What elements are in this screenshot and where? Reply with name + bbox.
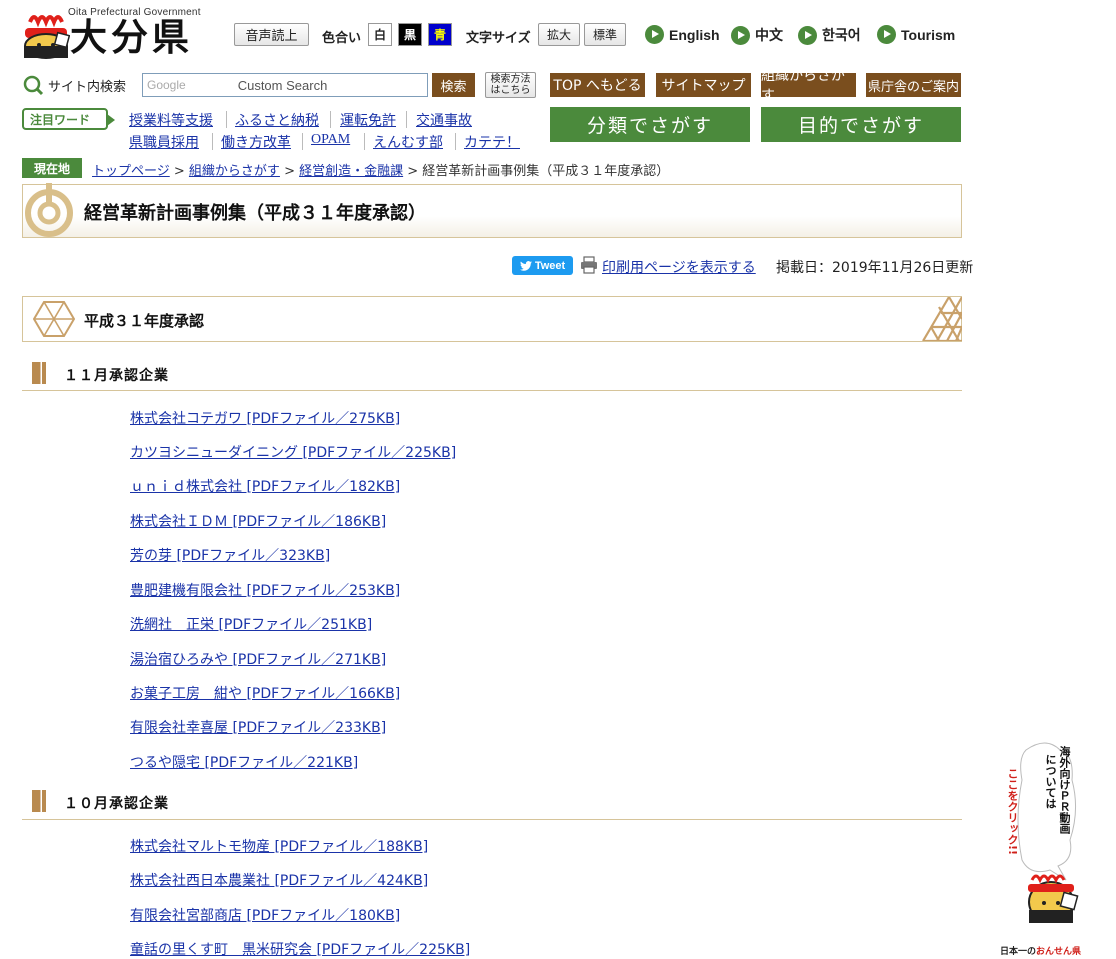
fontsize-label: 文字サイズ xyxy=(466,31,531,46)
play-arrow-icon xyxy=(798,25,817,45)
keyword-link[interactable]: 働き方改革 xyxy=(221,132,291,152)
lattice-pattern-icon xyxy=(922,297,962,341)
onsen-mascot-icon xyxy=(24,15,70,59)
current-location-label: 現在地 xyxy=(22,158,82,178)
keyword-divider xyxy=(226,111,227,128)
published-date: 掲載日：2019年11月26日更新 xyxy=(776,260,974,276)
pdf-link[interactable]: 株式会社西日本農業社 [PDFファイル／424KB] xyxy=(130,870,428,890)
subheading-october: １０月承認企業 xyxy=(64,796,169,812)
color-label: 色合い xyxy=(322,31,362,46)
site-search-label: サイト内検索 xyxy=(22,74,126,96)
nav-sitemap-button[interactable]: サイトマップ xyxy=(656,73,751,97)
subheading-marker xyxy=(32,790,46,812)
page-title: 経営革新計画事例集（平成３１年度承認） xyxy=(84,203,426,224)
pdf-link[interactable]: 有限会社宮部商店 [PDFファイル／180KB] xyxy=(130,905,400,925)
search-input[interactable]: Google Custom Search xyxy=(142,73,428,97)
lang-tourism-link[interactable]: Tourism xyxy=(877,25,955,44)
nav-office-button[interactable]: 県庁舎のご案内 xyxy=(866,73,961,97)
keyword-divider xyxy=(212,133,213,150)
search-help-button[interactable]: 検索方法 はこちら xyxy=(485,72,536,98)
pdf-link[interactable]: 株式会社ＩＤＭ [PDFファイル／186KB] xyxy=(130,511,386,531)
keyword-divider xyxy=(330,111,331,128)
pdf-link[interactable]: 株式会社マルトモ物産 [PDFファイル／188KB] xyxy=(130,836,428,856)
breadcrumb-org-link[interactable]: 組織からさがす xyxy=(189,164,280,179)
featured-words-label: 注目ワード xyxy=(22,108,115,130)
font-standard-button[interactable]: 標準 xyxy=(584,23,626,46)
subheading-divider xyxy=(22,390,962,391)
lang-english-link[interactable]: English xyxy=(645,25,720,44)
keyword-link[interactable]: カテテ！ xyxy=(464,132,520,152)
nav-org-button[interactable]: 組織からさがす xyxy=(761,68,856,104)
pdf-link[interactable]: つるや隠宅 [PDFファイル／221KB] xyxy=(130,752,358,772)
printer-icon[interactable] xyxy=(580,256,598,274)
keyword-link[interactable]: 運転免許 xyxy=(340,110,396,130)
browse-by-category-button[interactable]: 分類でさがす xyxy=(550,107,750,142)
breadcrumb: トップページ > 組織からさがす > 経営創造・金融課 > 経営革新計画事例集（… xyxy=(92,164,670,179)
play-arrow-icon xyxy=(877,25,896,44)
pdf-link[interactable]: 豊肥建機有限会社 [PDFファイル／253KB] xyxy=(130,580,400,600)
keyword-link[interactable]: OPAM xyxy=(311,132,350,148)
search-button[interactable]: 検索 xyxy=(432,73,475,97)
tweet-button[interactable]: Tweet xyxy=(512,256,573,275)
promo-line1: 海外向けＰＲ動画 xyxy=(1058,746,1071,834)
breadcrumb-current: 経営革新計画事例集（平成３１年度承認） xyxy=(422,164,670,179)
pdf-link[interactable]: 有限会社幸喜屋 [PDFファイル／233KB] xyxy=(130,717,386,737)
keyword-divider xyxy=(364,133,365,150)
color-black-button[interactable]: 黒 xyxy=(398,23,422,46)
font-enlarge-button[interactable]: 拡大 xyxy=(538,23,580,46)
print-page-link[interactable]: 印刷用ページを表示する xyxy=(602,257,756,277)
breadcrumb-home-link[interactable]: トップページ xyxy=(92,164,170,179)
pdf-link[interactable]: カツヨシニューダイニング [PDFファイル／225KB] xyxy=(130,442,456,462)
keyword-link[interactable]: 交通事故 xyxy=(416,110,472,130)
overseas-pr-banner[interactable]: 海外向けＰＲ動画 については ここをクリック!! 日本一のおんせん県 xyxy=(996,740,1106,959)
play-arrow-icon xyxy=(731,25,750,45)
keyword-link[interactable]: 授業料等支援 xyxy=(129,110,213,130)
subheading-november: １１月承認企業 xyxy=(64,368,169,384)
promo-footer: 日本一のおんせん県 xyxy=(1000,947,1082,957)
color-white-button[interactable]: 白 xyxy=(368,23,392,46)
pdf-link[interactable]: 湯治宿ひろみや [PDFファイル／271KB] xyxy=(130,649,386,669)
pdf-link[interactable]: 芳の芽 [PDFファイル／323KB] xyxy=(130,545,330,565)
keyword-link[interactable]: ふるさと納税 xyxy=(235,110,319,130)
section-title: 平成３１年度承認 xyxy=(84,312,205,330)
color-blue-button[interactable]: 青 xyxy=(428,23,452,46)
read-aloud-button[interactable]: 音声読上 xyxy=(234,23,309,46)
pdf-link[interactable]: ｕｎｉｄ株式会社 [PDFファイル／182KB] xyxy=(130,476,400,496)
pdf-link[interactable]: 株式会社コテガワ [PDFファイル／275KB] xyxy=(130,408,400,428)
pdf-link[interactable]: お菓子工房 紺や [PDFファイル／166KB] xyxy=(130,683,400,703)
keyword-link[interactable]: えんむす部 xyxy=(373,132,443,152)
browse-by-purpose-button[interactable]: 目的でさがす xyxy=(761,107,961,142)
hexagon-pattern-icon xyxy=(33,301,75,337)
nav-top-button[interactable]: TOP へもどる xyxy=(550,73,645,97)
subheading-divider xyxy=(22,819,962,820)
pdf-link[interactable]: 童話の里くす町 黒米研究会 [PDFファイル／225KB] xyxy=(130,939,470,959)
keyword-divider xyxy=(455,133,456,150)
promo-line3: ここをクリック!! xyxy=(1006,768,1019,856)
lang-chinese-link[interactable]: 中文 xyxy=(731,25,783,45)
prefecture-emblem-icon xyxy=(25,183,73,237)
promo-line2: については xyxy=(1044,754,1057,809)
breadcrumb-dept-link[interactable]: 経営創造・金融課 xyxy=(299,164,403,179)
lang-korean-link[interactable]: 한국어 xyxy=(798,25,861,45)
keyword-link[interactable]: 県職員採用 xyxy=(129,132,199,152)
pdf-link[interactable]: 洗網社 正栄 [PDFファイル／251KB] xyxy=(130,614,372,634)
twitter-bird-icon xyxy=(519,260,532,271)
logo-japanese[interactable]: 大分県 xyxy=(70,18,193,58)
keyword-divider xyxy=(406,111,407,128)
play-arrow-icon xyxy=(645,25,664,44)
keyword-divider xyxy=(302,133,303,150)
subheading-marker xyxy=(32,362,46,384)
search-icon xyxy=(23,75,44,96)
